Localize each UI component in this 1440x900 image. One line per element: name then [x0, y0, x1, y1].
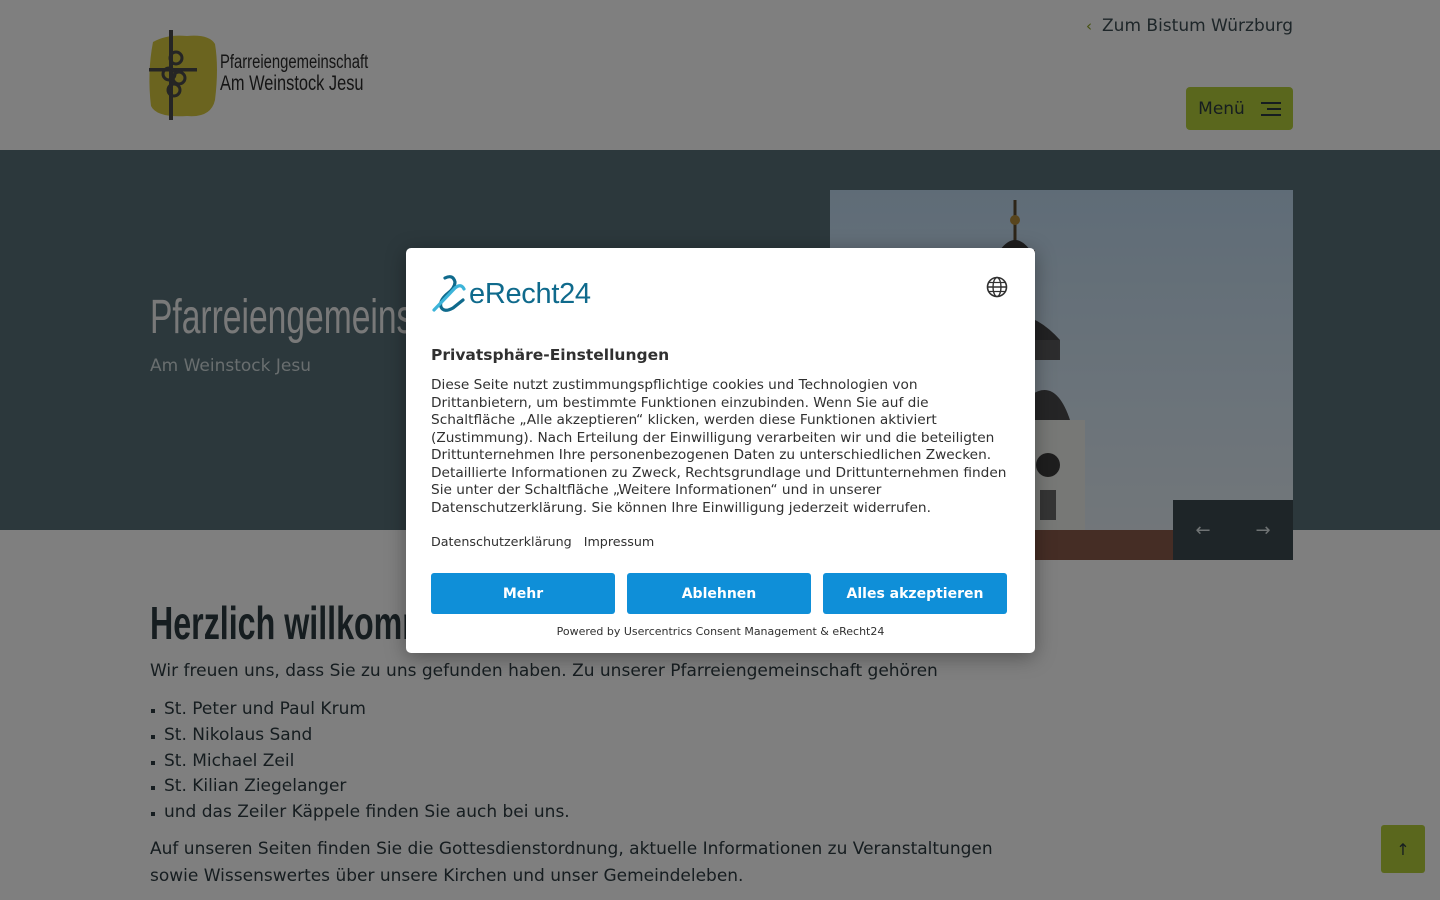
globe-icon[interactable]	[986, 276, 1008, 298]
consent-description: Diese Seite nutzt zustimmungspflichtige …	[431, 377, 1007, 516]
erecht24-logo: eRecht24	[431, 274, 591, 314]
consent-brand: eRecht24	[469, 277, 591, 310]
powered-by-text: Powered by Usercentrics Consent Manageme…	[556, 625, 885, 638]
consent-dialog: eRecht24 Privatsphäre-Einstellungen Dies…	[406, 248, 1035, 653]
privacy-policy-link[interactable]: Datenschutzerklärung	[431, 534, 572, 549]
decline-button[interactable]: Ablehnen	[627, 573, 811, 614]
erecht24-mark-icon	[432, 275, 466, 312]
consent-buttons: Mehr Ablehnen Alles akzeptieren	[431, 573, 1007, 614]
accept-all-button[interactable]: Alles akzeptieren	[823, 573, 1007, 614]
more-button[interactable]: Mehr	[431, 573, 615, 614]
consent-title: Privatsphäre-Einstellungen	[431, 346, 670, 364]
imprint-link[interactable]: Impressum	[584, 534, 655, 549]
consent-links: Datenschutzerklärung Impressum	[431, 534, 654, 549]
